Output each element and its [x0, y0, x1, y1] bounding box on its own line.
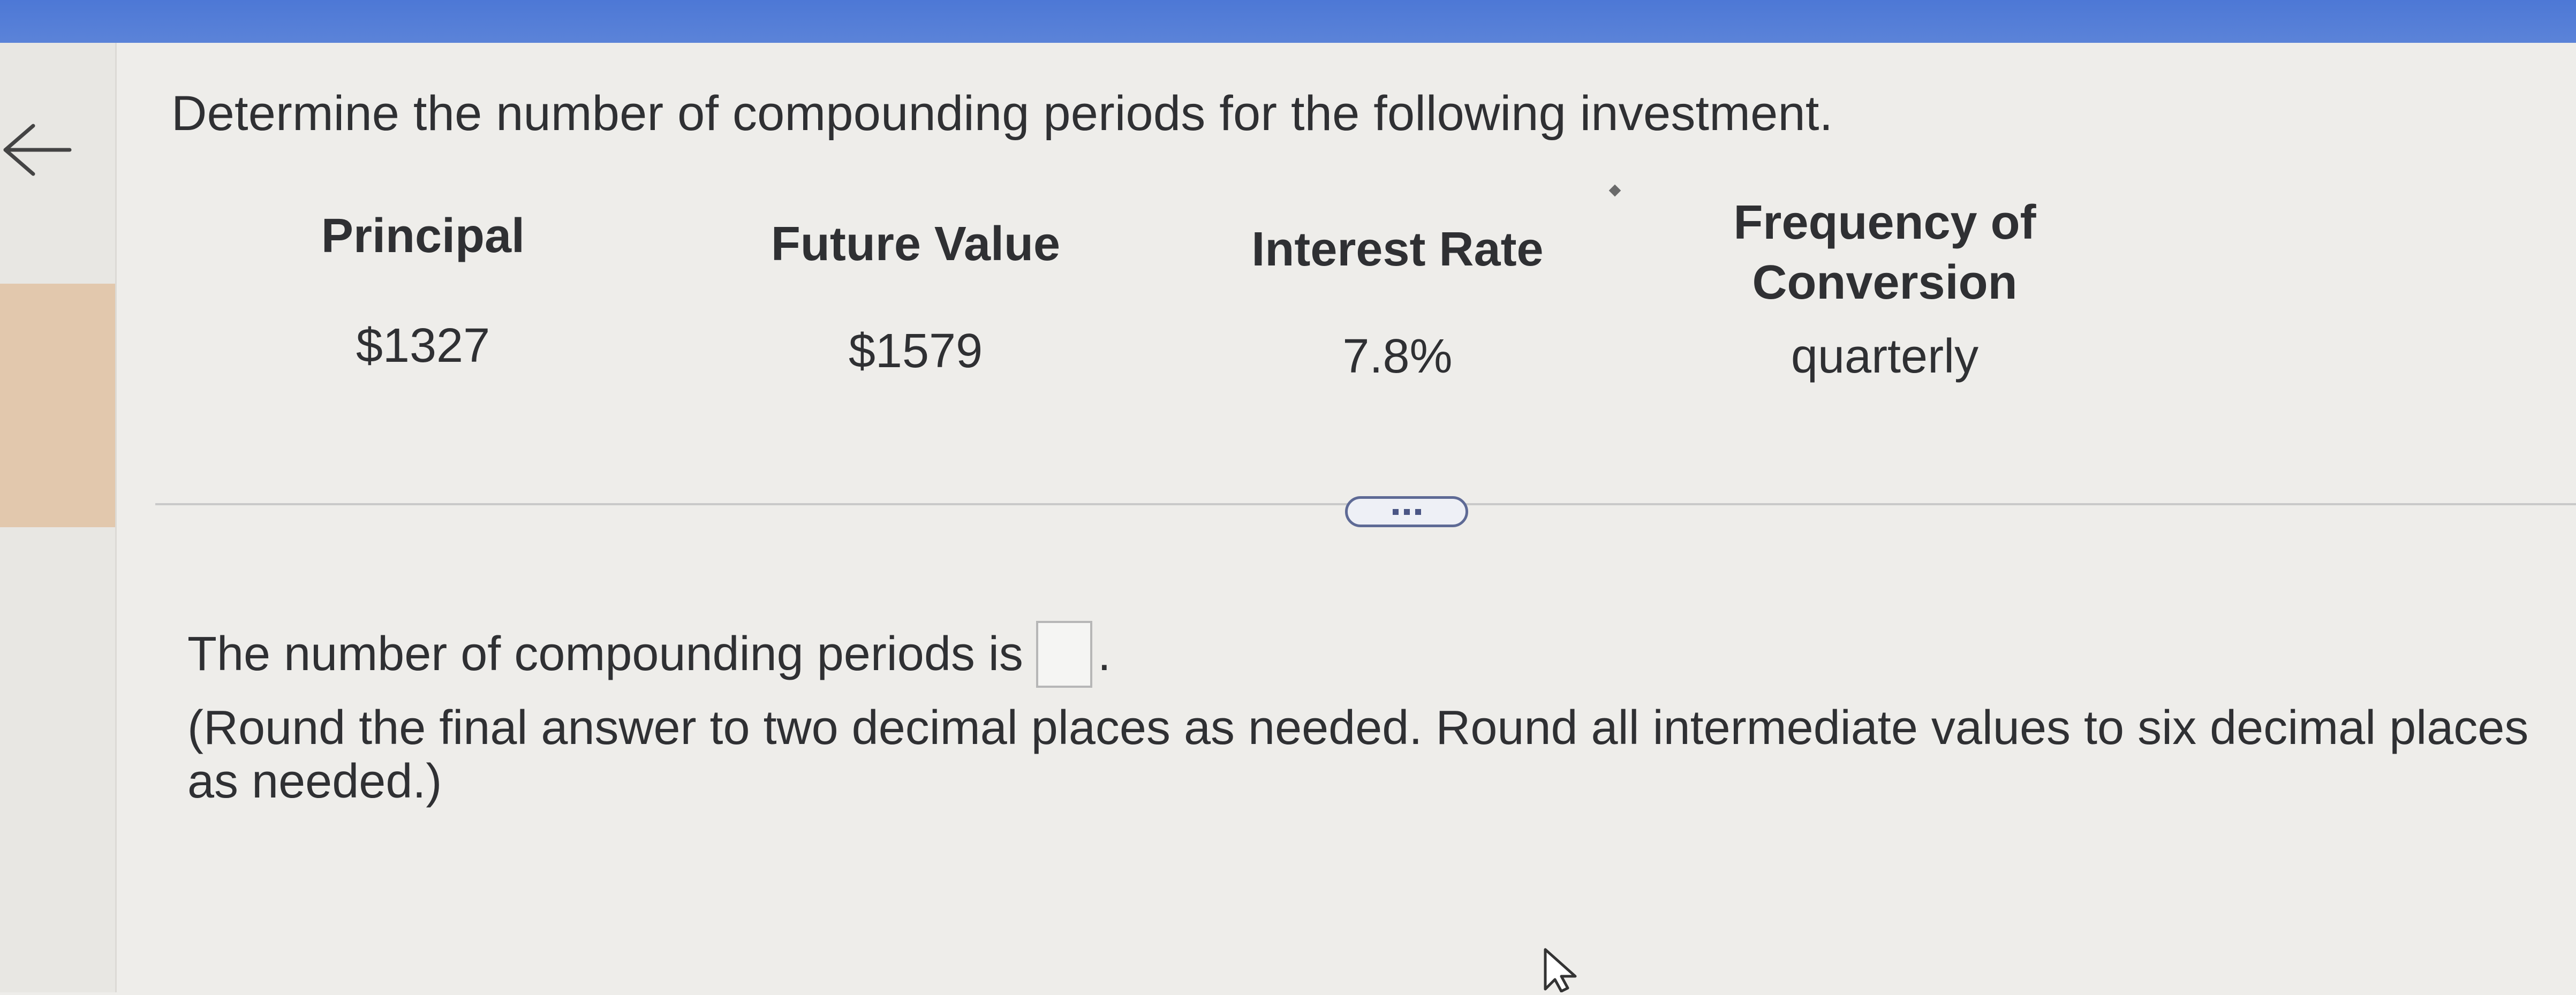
value-interest-rate: 7.8%	[1342, 330, 1453, 383]
header-frequency-of-conversion: Frequency of Conversion	[1692, 193, 2078, 313]
back-arrow-icon[interactable]	[0, 120, 75, 179]
header-future-value: Future Value	[770, 217, 1061, 271]
rounding-instructions: (Round the final answer to two decimal p…	[187, 701, 2529, 808]
top-header-bar	[0, 0, 2576, 43]
show-more-button[interactable]	[1345, 496, 1468, 527]
answer-line: The number of compounding periods is .	[187, 621, 1111, 688]
mouse-pointer-icon	[1542, 947, 1580, 995]
answer-period: .	[1097, 627, 1111, 681]
header-frequency-line1: Frequency of	[1733, 196, 2036, 249]
question-title: Determine the number of compounding peri…	[171, 86, 1833, 141]
left-side-tab[interactable]	[0, 284, 115, 527]
value-principal: $1327	[356, 319, 490, 373]
answer-input[interactable]	[1036, 621, 1092, 688]
screen-speck	[1608, 184, 1621, 197]
header-frequency-line2: Conversion	[1752, 256, 2018, 309]
value-frequency: quarterly	[1791, 330, 1979, 383]
answer-prompt: The number of compounding periods is	[187, 627, 1023, 681]
value-future-value: $1579	[848, 324, 983, 378]
header-interest-rate: Interest Rate	[1251, 223, 1544, 276]
header-principal: Principal	[321, 209, 525, 263]
ellipsis-icon	[1392, 508, 1421, 515]
